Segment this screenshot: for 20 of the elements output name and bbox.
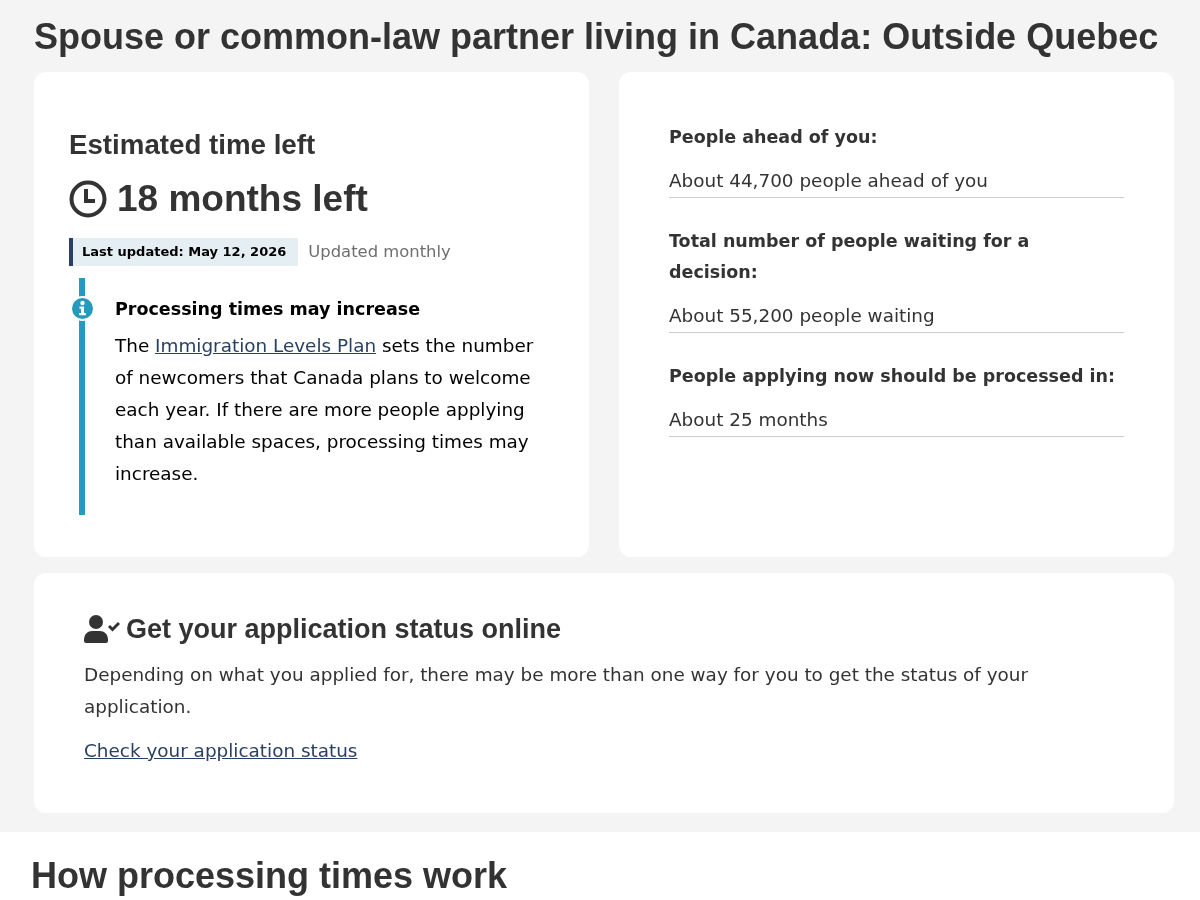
stat-value: About 55,200 people waiting (669, 300, 1124, 333)
check-status-link[interactable]: Check your application status (84, 735, 358, 767)
update-frequency: Updated monthly (308, 241, 451, 263)
status-heading: Get your application status online (126, 613, 562, 646)
stat-value: About 44,700 people ahead of you (669, 165, 1124, 198)
page-title: Spouse or common-law partner living in Canada: Outside Quebec (34, 15, 1160, 59)
time-left: 18 months left (117, 177, 368, 221)
estimate-heading: Estimated time left (69, 128, 317, 162)
status-text: Depending on what you applied for, there may be more than one way for you to get the status of your application. (84, 663, 1030, 719)
levels-plan-link[interactable]: Immigration Levels Plan (155, 335, 377, 356)
last-updated-badge: Last updated: May 12, 2026 (69, 238, 299, 266)
stat-label: Total number of people waiting for a decision: (669, 230, 1031, 284)
stat-label: People ahead of you: (669, 126, 879, 149)
clock-icon (69, 180, 107, 218)
user-check-icon (84, 615, 120, 643)
stat-label: People applying now should be processed in: (669, 365, 1116, 388)
notice-title: Processing times may increase (115, 298, 422, 321)
stat-value: About 25 months (669, 404, 1124, 437)
notice-text: The Immigration Levels Plan sets the number of newcomers that Canada plans to welcome each year. If there are more people applying than available spaces, processing times may increase. (115, 334, 535, 486)
section-heading: How processing times work (31, 855, 509, 897)
